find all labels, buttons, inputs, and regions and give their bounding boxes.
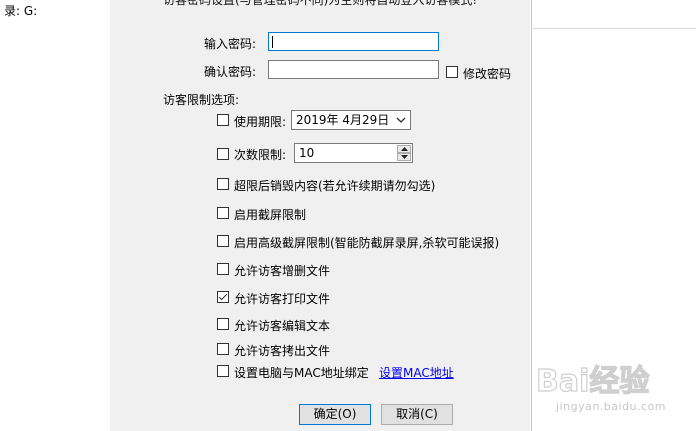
allow-print-label: 允许访客打印文件 [234,292,331,306]
watermark-url: jingyan.baidu.com [556,400,667,413]
allow-edit-label: 允许访客编辑文本 [234,319,331,333]
allow-edit-checkbox[interactable] [217,318,229,330]
stepper-buttons [397,145,411,161]
change-password-checkbox[interactable] [446,66,458,78]
screenshot-limit-label: 启用截屏限制 [234,208,307,222]
allow-print-checkbox[interactable] [217,291,229,303]
expiry-label: 使用期限: [234,115,287,129]
count-limit-stepper[interactable]: 10 [294,143,413,163]
restriction-section-title: 访客限制选项: [163,93,240,107]
password-label: 输入密码: [204,37,257,51]
expiry-date-picker[interactable]: 2019年 4月29日 [291,110,411,130]
destroy-after-limit-label: 超限后销毁内容(若允许续期请勿勾选) [234,179,436,193]
chevron-down-icon[interactable] [395,114,407,126]
mac-bind-label: 设置电脑与MAC地址绑定 [234,366,369,380]
set-mac-address-link[interactable]: 设置MAC地址 [379,364,454,381]
dialog-hint-text: 访客密码设置(与管理密码不同)为空则将自动登入访客模式! [163,0,478,7]
text-caret [272,36,273,48]
advanced-screenshot-limit-label: 启用高级截屏限制(智能防截屏录屏,杀软可能误报) [234,236,500,250]
background-path-text: 录: G: [4,4,38,18]
ok-button[interactable]: 确定(O) [299,404,371,425]
confirm-password-label: 确认密码: [204,65,257,79]
watermark-brand: Bai经验 [536,364,649,399]
allow-copy-label: 允许访客拷出文件 [234,344,331,358]
allow-add-delete-label: 允许访客增删文件 [234,264,331,278]
stepper-up-button[interactable] [397,145,411,153]
count-limit-label: 次数限制: [234,148,287,162]
count-limit-value: 10 [299,146,315,160]
background-window-left [0,0,111,431]
background-divider [531,28,696,29]
screenshot-limit-checkbox[interactable] [217,207,229,219]
password-input[interactable] [268,32,439,51]
stepper-down-button[interactable] [397,153,411,161]
cancel-button[interactable]: 取消(C) [381,404,453,425]
count-limit-checkbox[interactable] [217,148,229,160]
mac-bind-checkbox[interactable] [217,365,229,377]
allow-copy-checkbox[interactable] [217,343,229,355]
destroy-after-limit-checkbox[interactable] [217,178,229,190]
expiry-checkbox[interactable] [217,114,229,126]
change-password-label: 修改密码 [463,67,512,81]
confirm-password-input[interactable] [268,60,439,79]
advanced-screenshot-limit-checkbox[interactable] [217,235,229,247]
triangle-up-icon [401,147,408,151]
triangle-down-icon [401,155,408,159]
expiry-date-value: 2019年 4月29日 [296,113,390,127]
allow-add-delete-checkbox[interactable] [217,263,229,275]
